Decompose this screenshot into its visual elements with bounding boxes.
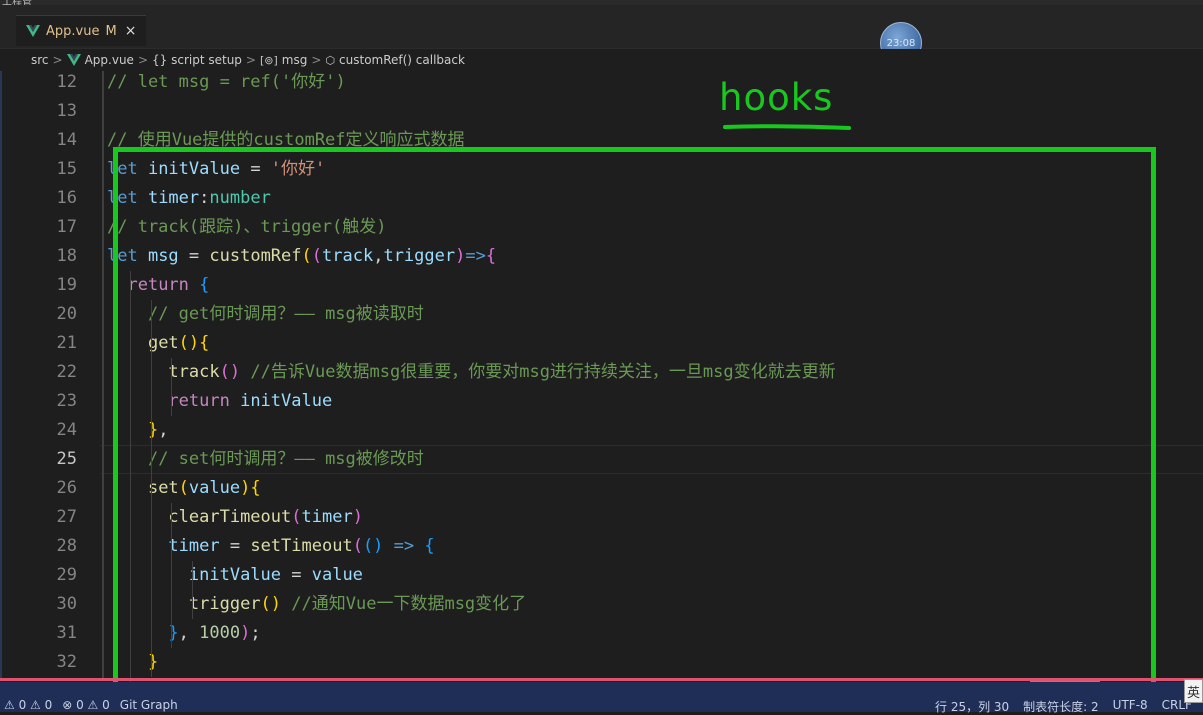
progress-line	[0, 678, 1203, 681]
line-number: 32	[56, 652, 77, 672]
annotation-highlight-box	[113, 147, 1156, 693]
status-encoding[interactable]: UTF-8	[1113, 698, 1148, 715]
clock-time: 23:08	[886, 37, 916, 49]
git-change-marker	[102, 71, 104, 681]
tab-label: App.vue	[46, 23, 100, 39]
editor-tab-bar: App.vue M ×	[0, 5, 1203, 49]
line-number: 30	[56, 594, 77, 614]
line-number: 31	[56, 623, 77, 643]
line-number: 13	[56, 101, 77, 121]
line-number: 27	[56, 507, 77, 527]
code-token: // let msg = ref('你好')	[107, 72, 346, 92]
status-bar: ⚠ 0 ⚠ 0 ⊗ 0 ⚠ 0 Git Graph 行 25，列 30 制表符长…	[0, 682, 1203, 715]
line-number: 26	[56, 478, 77, 498]
line-number: 17	[56, 217, 77, 237]
line-number: 25	[56, 449, 77, 469]
chevron-right-icon: >	[52, 53, 63, 67]
function-cube-icon: ⬡	[325, 53, 336, 67]
code-text: // let msg = ref('你好')	[107, 68, 346, 97]
line-number: 15	[56, 159, 77, 179]
variable-icon: [⊚]	[259, 53, 278, 67]
chevron-right-icon: >	[245, 53, 256, 67]
line-number: 21	[56, 333, 77, 353]
ime-indicator[interactable]: 英	[1184, 679, 1203, 703]
chevron-right-icon: >	[137, 53, 149, 67]
line-number: 16	[56, 188, 77, 208]
line-number: 29	[56, 565, 77, 585]
line-number: 19	[56, 275, 77, 295]
annotation-underline	[723, 124, 851, 130]
vue-icon	[26, 25, 40, 37]
line-number: 14	[56, 130, 77, 150]
status-tab-size[interactable]: 制表符长度: 2	[1023, 698, 1099, 715]
line-number: 28	[56, 536, 77, 556]
line-number: 22	[56, 362, 77, 382]
close-icon[interactable]: ×	[125, 23, 137, 39]
status-ports[interactable]: ⊗ 0 ⚠ 0	[62, 698, 110, 712]
tab-modified-badge: M	[105, 23, 117, 39]
status-problems[interactable]: ⚠ 0 ⚠ 0	[4, 698, 52, 712]
tab-app-vue[interactable]: App.vue M ×	[16, 15, 147, 46]
vue-icon	[66, 54, 81, 66]
status-git-graph[interactable]: Git Graph	[120, 698, 178, 712]
line-number: 12	[56, 72, 77, 92]
status-cursor-position[interactable]: 行 25，列 30	[935, 698, 1009, 715]
breadcrumb-item-src[interactable]: src	[31, 53, 49, 67]
breadcrumb-item-file[interactable]: App.vue	[85, 53, 134, 67]
line-number: 23	[56, 391, 77, 411]
annotation-hooks-label: hooks	[719, 76, 834, 119]
code-line[interactable]: 13	[0, 97, 1203, 126]
breadcrumb-item-callback[interactable]: customRef() callback	[339, 53, 465, 67]
line-number: 18	[56, 246, 77, 266]
breadcrumb-item-script-setup[interactable]: {} script setup	[152, 53, 242, 67]
breadcrumb-item-msg[interactable]: msg	[282, 53, 308, 67]
line-number: 20	[56, 304, 77, 324]
chevron-right-icon: >	[311, 53, 322, 67]
code-line[interactable]: 12 // let msg = ref('你好')	[0, 68, 1203, 97]
line-number: 24	[56, 420, 77, 440]
